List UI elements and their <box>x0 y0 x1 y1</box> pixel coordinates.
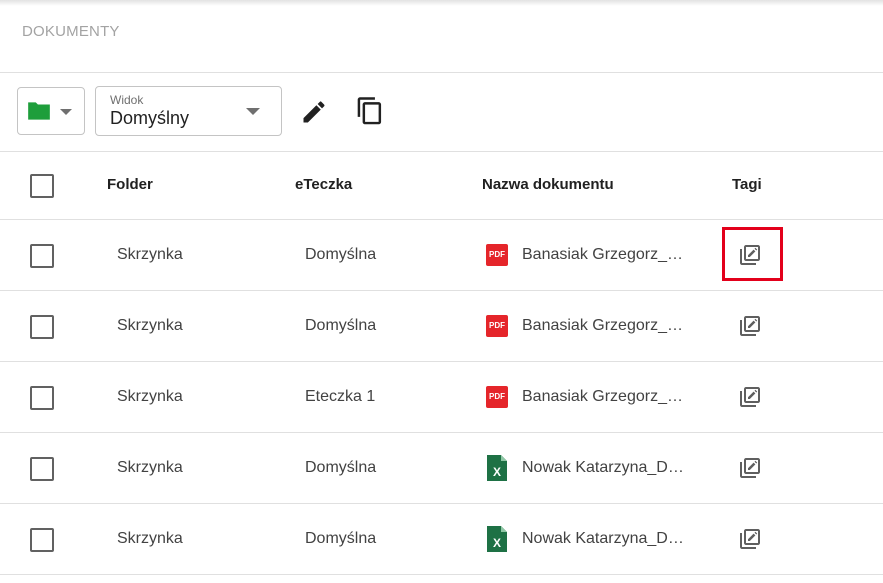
divider <box>0 151 883 152</box>
row-document-name[interactable]: Nowak Katarzyna_Def… <box>522 530 690 548</box>
divider <box>0 219 883 220</box>
row-eteczka: Domyślna <box>305 246 377 263</box>
divider <box>0 290 883 291</box>
pdf-icon: PDF <box>486 315 508 337</box>
column-header-eteczka[interactable]: eTeczka <box>295 176 352 193</box>
row-document-name[interactable]: Banasiak Grzegorz_D… <box>522 246 690 264</box>
row-folder: Skrzynka <box>117 459 183 476</box>
row-folder: Skrzynka <box>117 530 183 547</box>
row-eteczka: Eteczka 1 <box>305 388 376 405</box>
column-header-folder[interactable]: Folder <box>107 176 153 193</box>
excel-file-icon: X <box>487 526 507 552</box>
chevron-down-icon <box>60 109 72 115</box>
copy-icon[interactable] <box>355 96 385 128</box>
excel-icon-letter: X <box>493 465 501 479</box>
divider <box>0 72 883 73</box>
row-checkbox[interactable] <box>30 528 54 552</box>
tags-highlight <box>722 227 783 281</box>
row-checkbox[interactable] <box>30 457 54 481</box>
folder-icon <box>28 102 50 120</box>
divider <box>0 432 883 433</box>
chevron-down-icon <box>246 108 260 115</box>
row-document-name[interactable]: Banasiak Grzegorz_D… <box>522 317 690 335</box>
divider <box>0 361 883 362</box>
excel-file-icon: X <box>487 455 507 481</box>
edit-tags-icon[interactable] <box>738 314 762 338</box>
row-checkbox[interactable] <box>30 244 54 268</box>
select-all-checkbox[interactable] <box>30 174 54 198</box>
row-checkbox[interactable] <box>30 386 54 410</box>
edit-tags-icon[interactable] <box>738 456 762 480</box>
view-select[interactable]: Widok Domyślny <box>95 86 282 136</box>
view-select-label: Widok <box>110 93 144 107</box>
folder-select-button[interactable] <box>17 87 85 135</box>
row-eteczka: Domyślna <box>305 459 377 476</box>
row-document-name[interactable]: Nowak Katarzyna_Def… <box>522 459 690 477</box>
divider <box>0 503 883 504</box>
row-eteczka: Domyślna <box>305 530 377 547</box>
row-eteczka: Domyślna <box>305 317 377 334</box>
column-header-tags[interactable]: Tagi <box>732 176 762 193</box>
row-folder: Skrzynka <box>117 246 183 263</box>
edit-tags-icon[interactable] <box>738 385 762 409</box>
pencil-icon[interactable] <box>300 98 328 126</box>
pdf-icon: PDF <box>486 244 508 266</box>
row-document-name[interactable]: Banasiak Grzegorz_D… <box>522 388 690 406</box>
pdf-icon: PDF <box>486 386 508 408</box>
edit-tags-icon[interactable] <box>738 527 762 551</box>
excel-icon-letter: X <box>493 536 501 550</box>
column-header-document-name[interactable]: Nazwa dokumentu <box>482 176 614 193</box>
top-shadow <box>0 0 883 6</box>
row-folder: Skrzynka <box>117 388 183 405</box>
page-title: DOKUMENTY <box>22 23 120 40</box>
row-folder: Skrzynka <box>117 317 183 334</box>
divider <box>0 574 883 575</box>
row-checkbox[interactable] <box>30 315 54 339</box>
view-select-value: Domyślny <box>110 108 190 128</box>
